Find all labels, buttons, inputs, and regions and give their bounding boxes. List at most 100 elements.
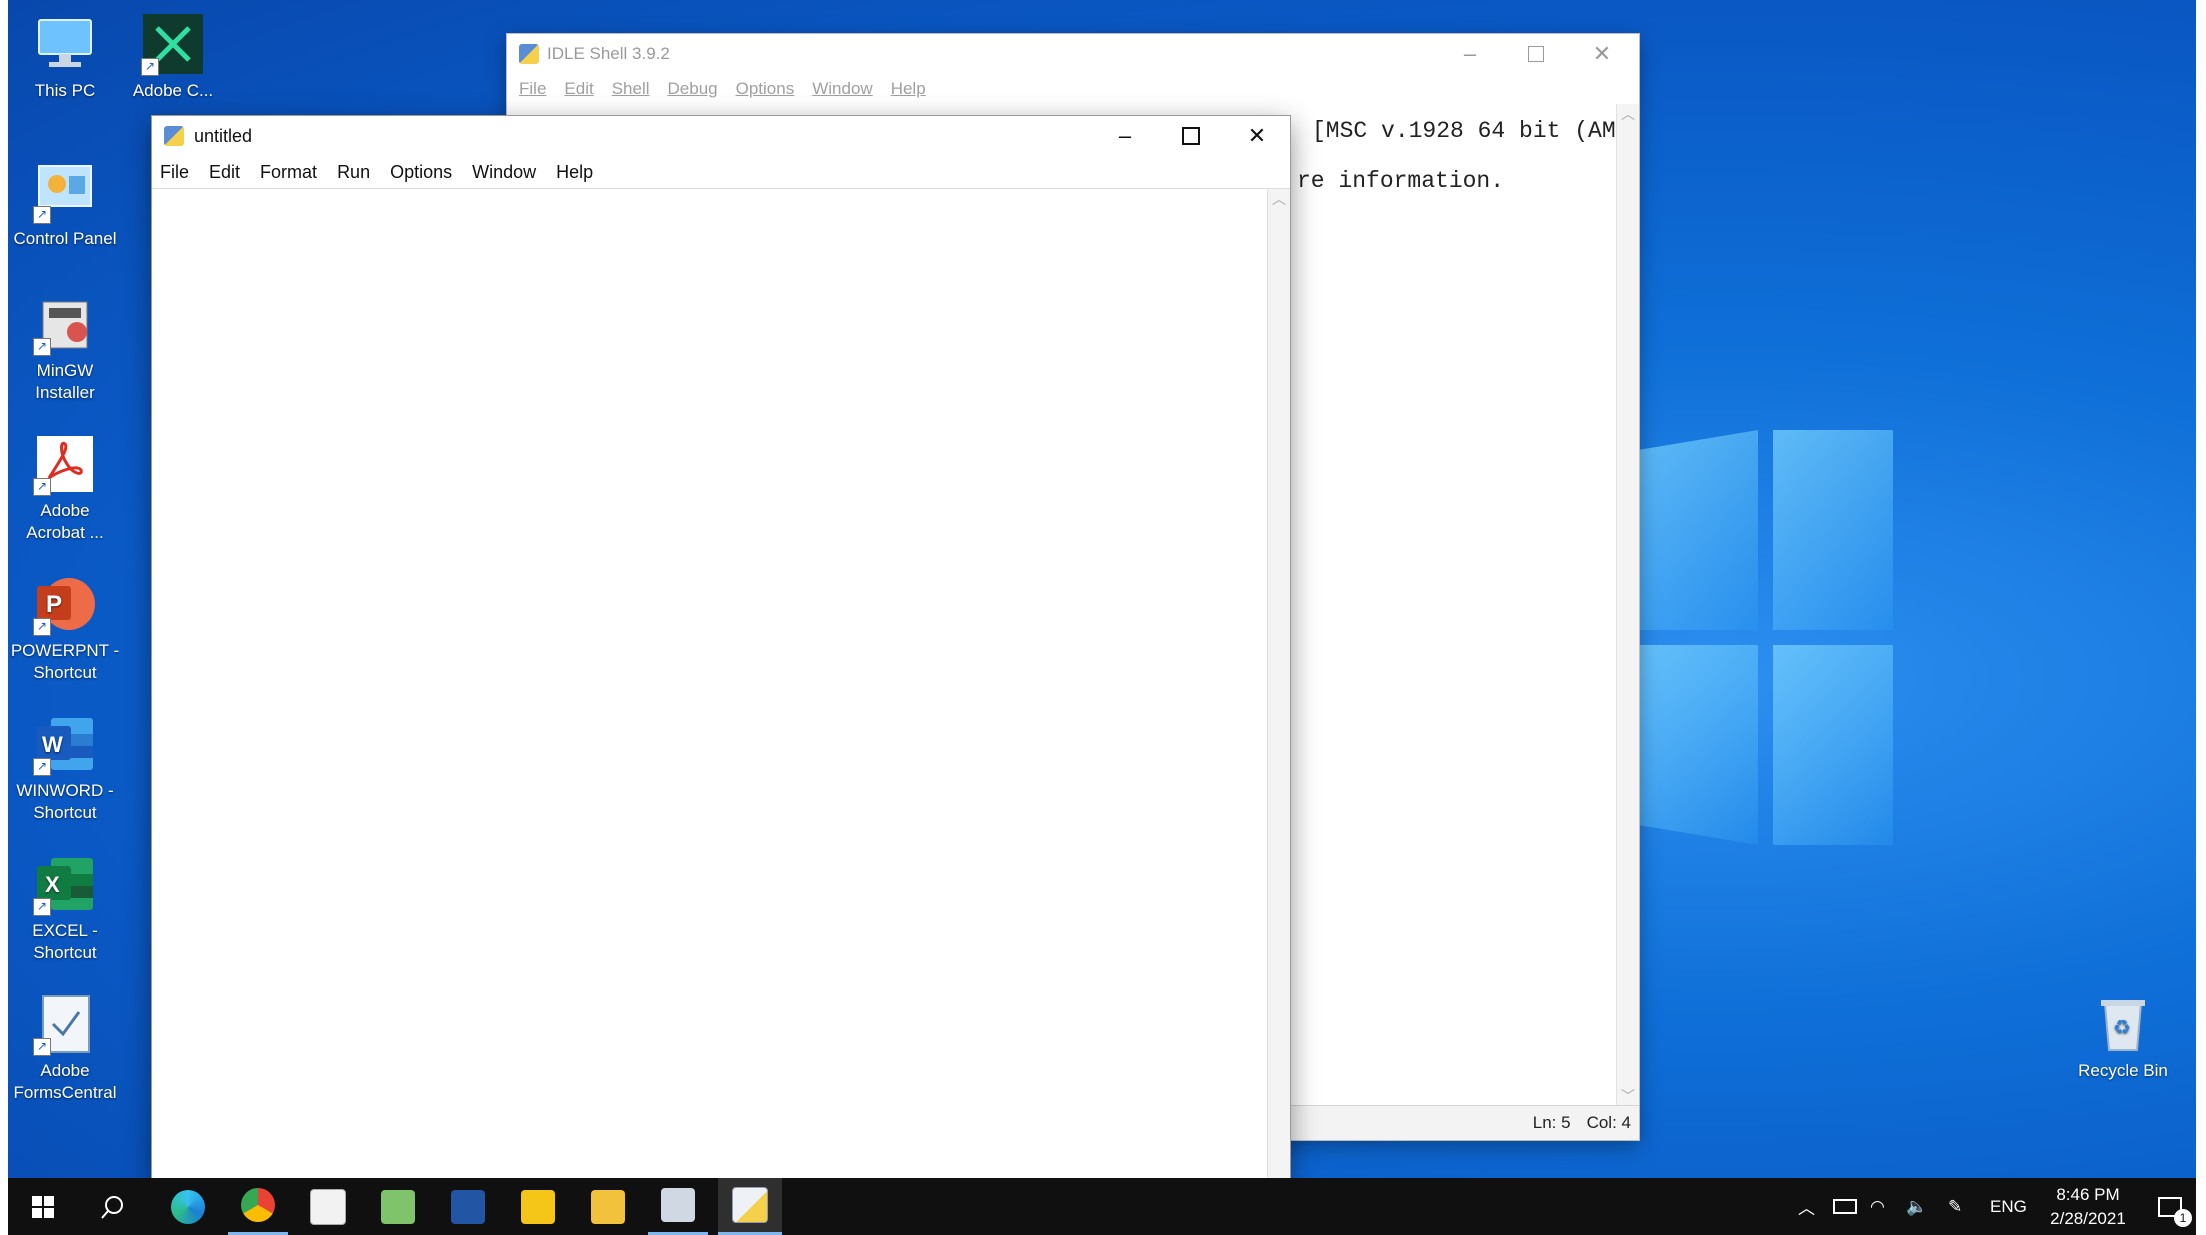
- taskbar-sticky-notes[interactable]: [508, 1178, 568, 1235]
- taskbar-chart-app[interactable]: [298, 1178, 358, 1235]
- desktop-icon-recycle-bin[interactable]: ♻ Recycle Bin: [2068, 992, 2178, 1082]
- search-icon: [101, 1195, 123, 1219]
- show-hidden-icons[interactable]: ︿: [1798, 1178, 1815, 1235]
- shell-menu-debug[interactable]: Debug: [668, 79, 718, 99]
- maximize-button[interactable]: [1503, 34, 1569, 74]
- taskbar-chrome[interactable]: [228, 1178, 288, 1235]
- desktop-icon-adobe-creative[interactable]: ↗ Adobe C...: [118, 12, 228, 102]
- shell-menu-edit[interactable]: Edit: [564, 79, 593, 99]
- excel-icon: X ↗: [33, 852, 97, 916]
- shortcut-arrow-icon: ↗: [33, 758, 51, 776]
- desktop-icon-adobe-acrobat[interactable]: ↗ Adobe Acrobat ...: [10, 432, 120, 544]
- edge-icon: [171, 1189, 205, 1224]
- svg-text:X: X: [45, 872, 60, 897]
- desktop-icon-label: Recycle Bin: [2078, 1061, 2168, 1080]
- shortcut-arrow-icon: ↗: [33, 338, 51, 356]
- editor-menu-format[interactable]: Format: [260, 162, 317, 183]
- editor-menubar: File Edit Format Run Options Window Help: [152, 156, 1290, 189]
- start-button[interactable]: [18, 1178, 68, 1235]
- shell-titlebar[interactable]: IDLE Shell 3.9.2 – ✕: [507, 34, 1639, 74]
- windows-logo-wallpaper: [1638, 430, 2018, 860]
- desktop-icon-this-pc[interactable]: This PC: [10, 12, 120, 102]
- this-pc-icon: [33, 12, 97, 76]
- editor-menu-file[interactable]: File: [160, 162, 189, 183]
- idle-python-icon: [732, 1187, 768, 1223]
- chrome-icon: [241, 1188, 275, 1222]
- adobe-creative-cloud-icon: ↗: [141, 12, 205, 76]
- volume-icon[interactable]: 🔈: [1906, 1178, 1927, 1235]
- shell-menu-help[interactable]: Help: [891, 79, 926, 99]
- editor-text-area[interactable]: [152, 189, 1268, 1180]
- scroll-up-icon[interactable]: ︿: [1617, 104, 1639, 124]
- svg-text:P: P: [46, 591, 62, 618]
- control-panel-icon: ↗: [33, 160, 97, 224]
- shell-menu-shell[interactable]: Shell: [612, 79, 650, 99]
- desktop-icon-word[interactable]: W ↗ WINWORD - Shortcut: [10, 712, 120, 824]
- shell-banner-line-1: [MSC v.1928 64 bit (AM: [1312, 118, 1616, 144]
- untitled-editor-window[interactable]: untitled – ✕ File Edit Format Run Option…: [152, 116, 1290, 1180]
- shell-menubar: File Edit Shell Debug Options Window Hel…: [507, 74, 1639, 104]
- shell-title: IDLE Shell 3.9.2: [547, 44, 670, 63]
- taskbar-idle[interactable]: [718, 1178, 782, 1235]
- desktop-icon-control-panel[interactable]: ↗ Control Panel: [10, 160, 120, 250]
- language-indicator[interactable]: ENG: [1990, 1178, 2027, 1235]
- desktop: This PC ↗ Adobe C... ↗ Control Panel ↗ M…: [8, 0, 2196, 1235]
- shell-menu-options[interactable]: Options: [736, 79, 795, 99]
- shortcut-arrow-icon: ↗: [33, 478, 51, 496]
- python-file-icon: [164, 126, 184, 146]
- battery-icon[interactable]: [1833, 1178, 1857, 1235]
- shell-menu-file[interactable]: File: [519, 79, 546, 99]
- desktop-icon-label: POWERPNT - Shortcut: [10, 641, 120, 682]
- clock-time: 8:46 PM: [2056, 1184, 2120, 1204]
- desktop-icon-mingw[interactable]: ↗ MinGW Installer: [10, 292, 120, 404]
- clock[interactable]: 8:46 PM 2/28/2021: [2038, 1178, 2138, 1235]
- editor-title: untitled: [194, 125, 253, 146]
- pen-icon[interactable]: ✎: [1948, 1178, 1962, 1235]
- minimize-button[interactable]: –: [1092, 116, 1158, 156]
- desktop-icon-formscentral[interactable]: ↗ Adobe FormsCentral: [10, 992, 120, 1104]
- python-file-icon: [519, 44, 539, 64]
- scroll-down-icon[interactable]: ﹀: [1617, 1086, 1639, 1106]
- close-button[interactable]: ✕: [1569, 34, 1635, 74]
- word-icon: W ↗: [33, 712, 97, 776]
- editor-titlebar[interactable]: untitled – ✕: [152, 116, 1290, 156]
- status-line: Ln: 5: [1532, 1113, 1571, 1132]
- maximize-icon: [1528, 46, 1544, 62]
- maximize-button[interactable]: [1158, 116, 1224, 156]
- taskbar-installer[interactable]: [648, 1178, 708, 1235]
- editor-menu-edit[interactable]: Edit: [209, 162, 240, 183]
- shell-banner-line-2: re information.: [1297, 168, 1505, 194]
- desktop-icon-label: EXCEL - Shortcut: [32, 921, 98, 962]
- editor-menu-options[interactable]: Options: [390, 162, 452, 183]
- minimize-button[interactable]: –: [1437, 34, 1503, 74]
- close-button[interactable]: ✕: [1224, 116, 1290, 156]
- taskbar-edge[interactable]: [158, 1178, 218, 1235]
- desktop-icon-label: Adobe FormsCentral: [13, 1061, 117, 1102]
- desktop-icon-label: MinGW Installer: [35, 361, 95, 402]
- action-center-button[interactable]: 1: [2158, 1178, 2192, 1235]
- taskbar-image-app[interactable]: [368, 1178, 428, 1235]
- shell-menu-window[interactable]: Window: [812, 79, 872, 99]
- shortcut-arrow-icon: ↗: [33, 618, 51, 636]
- image-app-icon: [381, 1189, 415, 1224]
- editor-menu-window[interactable]: Window: [472, 162, 536, 183]
- taskbar-file-explorer[interactable]: [578, 1178, 638, 1235]
- scroll-up-icon[interactable]: ︿: [1268, 189, 1290, 209]
- wifi-icon[interactable]: ◠: [1870, 1178, 1885, 1235]
- shortcut-arrow-icon: ↗: [33, 898, 51, 916]
- editor-menu-run[interactable]: Run: [337, 162, 370, 183]
- desktop-icon-powerpoint[interactable]: P ↗ POWERPNT - Shortcut: [10, 572, 120, 684]
- desktop-icon-label: WINWORD - Shortcut: [16, 781, 114, 822]
- editor-scrollbar[interactable]: ︿: [1267, 189, 1290, 1180]
- adobe-acrobat-icon: ↗: [33, 432, 97, 496]
- powerpoint-icon: P ↗: [33, 572, 97, 636]
- installer-icon: [661, 1188, 695, 1222]
- shell-scrollbar[interactable]: ︿ ﹀: [1616, 104, 1639, 1106]
- chevron-up-icon: ︿: [1798, 1199, 1815, 1218]
- search-button[interactable]: [88, 1178, 138, 1235]
- desktop-icon-excel[interactable]: X ↗ EXCEL - Shortcut: [10, 852, 120, 964]
- editor-menu-help[interactable]: Help: [556, 162, 593, 183]
- shortcut-arrow-icon: ↗: [33, 206, 51, 224]
- taskbar-devcpp[interactable]: [438, 1178, 498, 1235]
- desktop-icon-label: Adobe C...: [132, 81, 214, 100]
